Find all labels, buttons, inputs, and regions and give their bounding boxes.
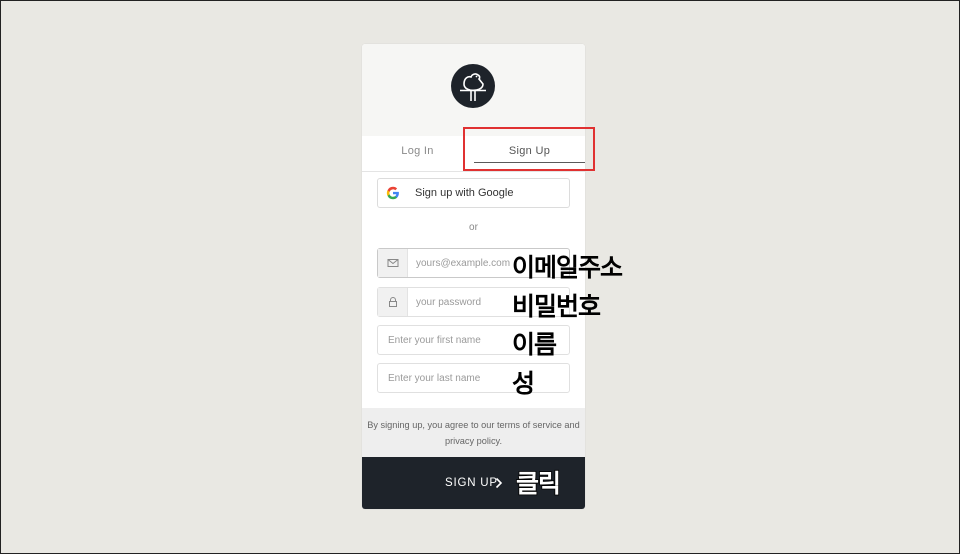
- bird-logo-icon: [451, 64, 495, 108]
- annotation-password: 비밀번호: [512, 292, 601, 321]
- last-name-field: [377, 363, 570, 393]
- envelope-icon: [378, 249, 408, 277]
- last-name-input[interactable]: [388, 364, 566, 392]
- annotation-click: 클릭: [515, 468, 562, 499]
- tab-login[interactable]: Log In: [362, 136, 473, 172]
- google-icon: [386, 186, 399, 200]
- annotation-last-name: 성: [512, 369, 535, 398]
- google-signup-button[interactable]: Sign up with Google: [377, 178, 570, 208]
- terms-line-2: privacy policy.: [444, 436, 502, 446]
- chevron-right-icon: [495, 477, 503, 489]
- signup-submit-label: SIGN UP: [445, 477, 498, 489]
- card-header: [362, 44, 585, 136]
- or-divider: or: [469, 222, 478, 233]
- signup-tab-highlight: [463, 127, 595, 171]
- google-signup-label: Sign up with Google: [415, 187, 514, 199]
- terms-notice: By signing up, you agree to our terms of…: [362, 408, 585, 457]
- lock-icon: [378, 288, 408, 316]
- annotation-first-name: 이름: [512, 330, 557, 359]
- annotation-email: 이메일주소: [512, 253, 623, 282]
- terms-line-1: By signing up, you agree to our terms of…: [367, 420, 580, 430]
